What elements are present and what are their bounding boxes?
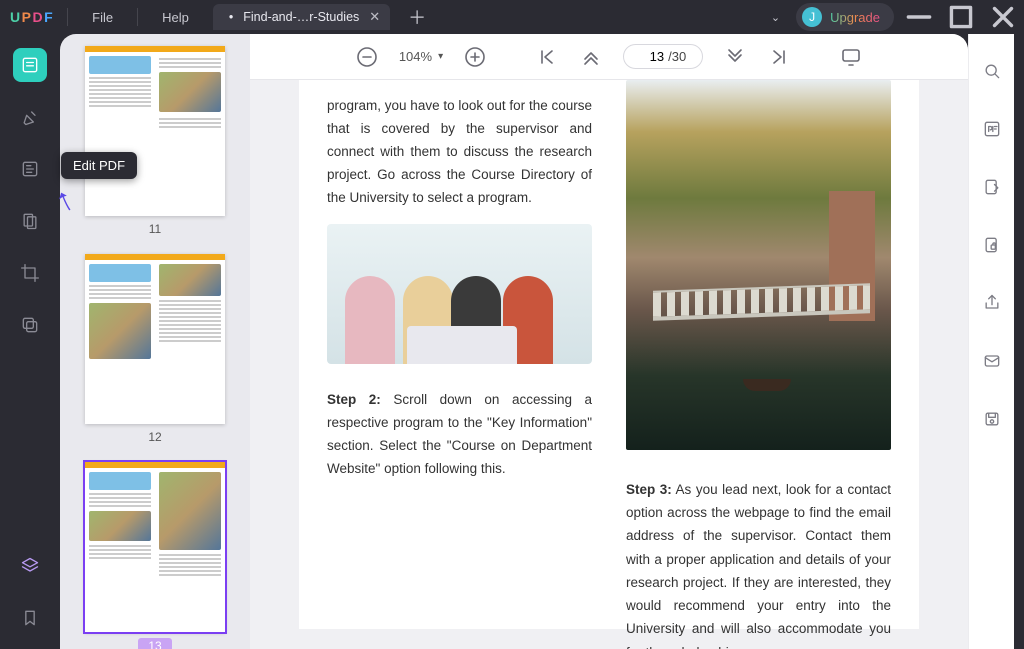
- page-total: 30: [672, 49, 698, 64]
- last-page-button[interactable]: [767, 45, 791, 69]
- page-input[interactable]: [628, 48, 668, 65]
- title-bar: UPDF File Help • Find-and-…r-Studies ✕ ＋…: [0, 0, 1024, 34]
- thumbnail-page-12[interactable]: 12: [76, 254, 234, 444]
- annotate-button[interactable]: [13, 100, 47, 134]
- document-image-bridge: [626, 80, 891, 450]
- upgrade-button[interactable]: J Upgrade: [796, 3, 894, 31]
- thumbnail-page-number: 12: [76, 430, 234, 444]
- paragraph: program, you have to look out for the co…: [327, 94, 592, 210]
- menu-file[interactable]: File: [82, 6, 123, 29]
- thumbnail-page-11[interactable]: 11: [76, 46, 234, 236]
- step3-label: Step 3:: [626, 482, 672, 497]
- document-tab[interactable]: • Find-and-…r-Studies ✕: [213, 4, 390, 30]
- paragraph: Step 3: As you lead next, look for a con…: [626, 478, 891, 649]
- page-indicator[interactable]: / 30: [623, 44, 703, 69]
- step2-label: Step 2:: [327, 392, 381, 407]
- tab-close-icon[interactable]: ✕: [369, 9, 380, 25]
- document-scroll[interactable]: program, you have to look out for the co…: [250, 80, 968, 649]
- thumbnail-panel: 11: [60, 34, 250, 649]
- convert-button[interactable]: [975, 170, 1009, 204]
- left-tool-rail: Edit PDF: [0, 34, 60, 649]
- window-close-button[interactable]: [986, 3, 1020, 31]
- tab-dirty-dot: •: [229, 10, 233, 24]
- new-tab-button[interactable]: ＋: [408, 4, 426, 30]
- thumbnail-page-number: 13: [138, 638, 171, 649]
- app-logo: UPDF: [10, 9, 53, 25]
- protect-button[interactable]: [975, 228, 1009, 262]
- document-image-students: [327, 224, 592, 364]
- window-maximize-button[interactable]: [944, 3, 978, 31]
- crop-button[interactable]: [13, 256, 47, 290]
- tab-title: Find-and-…r-Studies: [243, 10, 359, 24]
- share-button[interactable]: [975, 286, 1009, 320]
- previous-page-button[interactable]: [579, 45, 603, 69]
- thumbnail-page-number: 11: [76, 222, 234, 236]
- avatar: J: [802, 7, 822, 27]
- reader-mode-button[interactable]: [13, 48, 47, 82]
- thumbnail-page-13[interactable]: 13: [76, 462, 234, 649]
- presentation-button[interactable]: [839, 45, 863, 69]
- layers-button[interactable]: [13, 549, 47, 583]
- first-page-button[interactable]: [535, 45, 559, 69]
- save-button[interactable]: [975, 402, 1009, 436]
- tab-overflow-button[interactable]: ⌄: [763, 11, 788, 24]
- window-minimize-button[interactable]: [902, 3, 936, 31]
- upgrade-label: Upgrade: [830, 10, 880, 25]
- pdf-page: program, you have to look out for the co…: [299, 80, 919, 629]
- search-button[interactable]: [975, 54, 1009, 88]
- separator: [137, 8, 138, 26]
- zoom-percent[interactable]: 104% ▾: [399, 49, 443, 64]
- organize-pages-button[interactable]: [13, 204, 47, 238]
- document-area: 104% ▾ / 30: [250, 34, 968, 649]
- ocr-button[interactable]: [975, 112, 1009, 146]
- edit-pdf-button[interactable]: Edit PDF: [13, 152, 47, 186]
- email-button[interactable]: [975, 344, 1009, 378]
- right-tool-rail: [968, 34, 1014, 649]
- zoom-in-button[interactable]: [463, 45, 487, 69]
- window-edge: [1014, 34, 1024, 649]
- menu-help[interactable]: Help: [152, 6, 199, 29]
- next-page-button[interactable]: [723, 45, 747, 69]
- edit-pdf-tooltip: Edit PDF: [61, 152, 137, 179]
- zoom-out-button[interactable]: [355, 45, 379, 69]
- chevron-down-icon: ▾: [438, 51, 443, 62]
- view-toolbar: 104% ▾ / 30: [250, 34, 968, 80]
- paragraph: Step 2: Scroll down on accessing a respe…: [327, 388, 592, 481]
- redact-button[interactable]: [13, 308, 47, 342]
- separator: [67, 8, 68, 26]
- bookmarks-button[interactable]: [13, 601, 47, 635]
